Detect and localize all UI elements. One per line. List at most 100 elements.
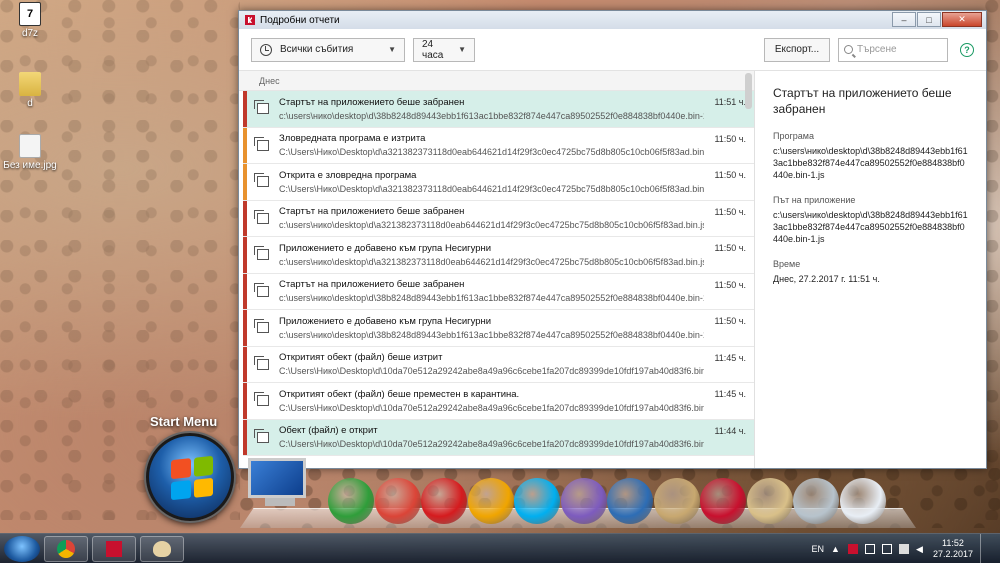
start-menu-button[interactable]	[146, 433, 234, 521]
event-row[interactable]: Приложението е добавено към група Несигу…	[243, 310, 754, 347]
severity-stripe	[243, 310, 247, 346]
clock-icon	[260, 43, 272, 56]
taskbar-kaspersky-button[interactable]	[92, 536, 136, 562]
help-icon[interactable]: ?	[960, 42, 974, 57]
event-text: Приложението е добавено към група Несигу…	[279, 316, 704, 340]
severity-stripe	[243, 127, 247, 163]
event-text: Обект (файл) е открит C:\Users\Нико\Deskt…	[279, 425, 704, 449]
event-title: Откритият обект (файл) беше изтрит	[279, 352, 443, 364]
events-list: Днес Стартът на приложението беше забран…	[239, 71, 755, 468]
paint-icon[interactable]	[746, 478, 793, 524]
event-text: Стартът на приложението беше забранен c:\…	[279, 279, 704, 303]
event-time: 11:44 ч.	[714, 425, 746, 436]
event-row[interactable]: Приложението е добавено към група Несигу…	[243, 237, 754, 274]
event-text: Открита е зловредна програма C:\Users\Ник…	[279, 170, 704, 194]
event-text: Зловредната програма е изтрита C:\Users\Н…	[279, 133, 704, 157]
window-controls: ‒ □ ✕	[892, 12, 982, 27]
kaspersky-icon[interactable]	[700, 478, 746, 524]
image-file-icon	[19, 134, 41, 158]
toolbar: Всички събития ▼ 24 часа ▼ Експорт... Тъ…	[239, 29, 986, 71]
media-player-icon[interactable]	[467, 478, 514, 524]
recycle-bin-icon[interactable]	[793, 478, 839, 524]
program-value: c:\users\нико\desktop\d\38b8248d89443ebb…	[773, 146, 968, 180]
event-report-icon	[254, 428, 269, 443]
show-desktop-button[interactable]	[980, 534, 992, 563]
program-label: Програма	[773, 131, 814, 141]
maximize-button[interactable]: □	[917, 12, 941, 27]
event-row[interactable]: Обект (файл) е открит C:\Users\Нико\Deskt…	[243, 419, 754, 456]
event-report-icon	[254, 319, 269, 334]
event-report-icon	[254, 392, 269, 407]
network-icon[interactable]	[898, 544, 909, 554]
virtualbox-icon[interactable]	[607, 478, 653, 524]
event-title: Открита е зловредна програма	[279, 169, 417, 181]
event-time: 11:50 ч.	[714, 133, 746, 144]
taskbar: EN ▲ ◀ 11:52 27.2.2017	[0, 533, 1000, 563]
time-filter-value: 24 часа	[422, 38, 444, 61]
language-indicator[interactable]: EN	[811, 544, 824, 554]
event-title: Стартът на приложението беше забранен	[279, 96, 465, 108]
event-row[interactable]: Стартът на приложението беше забранен c:\…	[243, 200, 754, 237]
taskbar-clock[interactable]: 11:52 27.2.2017	[933, 538, 973, 560]
computer-icon[interactable]	[248, 458, 312, 510]
event-path: c:\users\нико\desktop\d\38b8248d89443ebb…	[279, 329, 704, 340]
event-time: 11:50 ч.	[714, 243, 746, 253]
search-input[interactable]: Търсене	[838, 37, 948, 62]
severity-stripe	[243, 419, 247, 455]
minimize-button[interactable]: ‒	[892, 12, 916, 27]
event-row[interactable]: Откритият обект (файл) беше изтрит C:\Use…	[243, 346, 754, 383]
display-icon[interactable]	[881, 544, 892, 554]
path-value: c:\users\нико\desktop\d\38b8248d89443ebb…	[773, 210, 968, 244]
taskbar-chrome-button[interactable]	[44, 536, 88, 562]
desktop-icon-label: d7z	[21, 28, 39, 39]
export-button[interactable]: Експорт...	[764, 37, 830, 62]
event-row[interactable]: Откритият обект (файл) беше преместен в …	[243, 383, 754, 420]
severity-stripe	[243, 91, 247, 127]
kaspersky-tray-icon[interactable]	[847, 544, 858, 554]
event-row[interactable]: Стартът на приложението беше забранен c:\…	[243, 91, 754, 128]
clock-date: 27.2.2017	[932, 549, 973, 559]
skype-icon[interactable]	[514, 478, 560, 524]
paint-icon	[153, 541, 171, 557]
event-rows: Стартът на приложението беше забранен c:\…	[243, 91, 754, 456]
chrome-icon	[57, 540, 75, 558]
time-filter-dropdown[interactable]: 24 часа ▼	[413, 37, 475, 62]
show-hidden-icons-icon[interactable]: ▲	[831, 544, 841, 554]
event-title: Обект (файл) е открит	[279, 425, 378, 437]
volume-icon[interactable]: ◀	[916, 544, 926, 554]
event-report-icon	[254, 355, 269, 370]
opera-icon[interactable]	[421, 478, 467, 524]
event-title: Зловредната програма е изтрита	[279, 133, 426, 145]
scrollbar-thumb[interactable]	[745, 73, 752, 109]
event-report-icon	[254, 246, 269, 261]
flag-icon[interactable]	[864, 544, 875, 554]
taskbar-paint-button[interactable]	[140, 536, 184, 562]
event-row[interactable]: Стартът на приложението беше забранен c:\…	[243, 273, 754, 310]
clock-icon[interactable]	[839, 478, 886, 524]
tools-icon[interactable]	[653, 478, 700, 524]
desktop-icon-d7z[interactable]: 7 d7z	[0, 2, 60, 39]
taskbar-start-button[interactable]	[4, 536, 40, 562]
chrome-icon[interactable]	[374, 478, 421, 524]
event-text: Приложението е добавено към група Несигу…	[279, 243, 704, 267]
recycle-icon[interactable]	[328, 478, 374, 524]
event-time: 11:50 ч.	[714, 170, 746, 180]
event-row[interactable]: Открита е зловредна програма C:\Users\Ник…	[243, 164, 754, 201]
event-time: 11:45 ч.	[714, 389, 746, 399]
desktop-icon-folder-d[interactable]: d	[0, 72, 60, 109]
close-button[interactable]: ✕	[942, 12, 982, 27]
window-titlebar[interactable]: Подробни отчети ‒ □ ✕	[239, 11, 986, 29]
event-time: 11:50 ч.	[714, 316, 746, 326]
event-report-icon	[254, 282, 269, 297]
event-text: Откритият обект (файл) беше преместен в …	[279, 389, 704, 413]
event-row[interactable]: Зловредната програма е изтрита C:\Users\Н…	[243, 127, 754, 164]
severity-stripe	[243, 346, 247, 382]
events-filter-value: Всички събития	[280, 44, 354, 55]
viber-icon[interactable]	[560, 478, 607, 524]
desktop-icon-label: Без име.jpg	[3, 160, 57, 171]
event-path: c:\users\нико\desktop\d\a321382373118d0e…	[279, 220, 704, 231]
search-icon	[844, 45, 853, 54]
desktop-icon-image[interactable]: Без име.jpg	[0, 134, 60, 171]
events-filter-dropdown[interactable]: Всички събития ▼	[251, 37, 405, 62]
window-title: Подробни отчети	[260, 14, 340, 26]
